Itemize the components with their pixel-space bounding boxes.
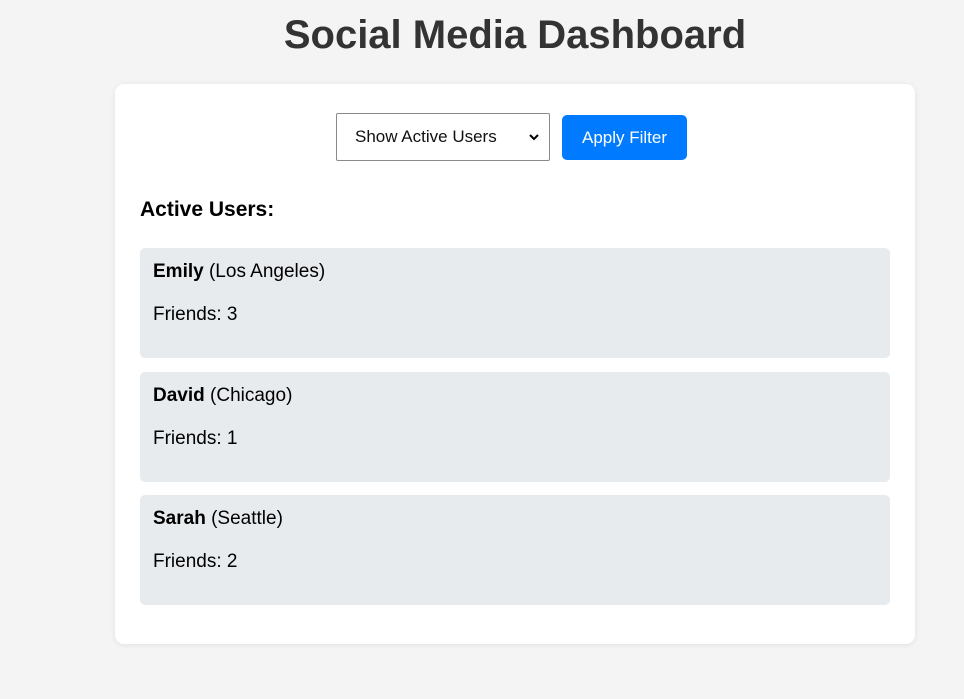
page-title: Social Media Dashboard	[283, 13, 747, 57]
user-name: David	[153, 385, 205, 406]
user-location: (Seattle)	[211, 508, 283, 529]
user-card: Emily (Los Angeles) Friends: 3	[140, 248, 890, 358]
filter-bar: Show Active Users Apply Filter	[115, 113, 915, 161]
dashboard-card: Show Active Users Apply Filter Active Us…	[115, 84, 915, 644]
user-filter-selected-value: Show Active Users	[355, 127, 497, 146]
user-friends-count: Friends: 3	[153, 304, 238, 325]
user-card: David (Chicago) Friends: 1	[140, 372, 890, 482]
user-filter-select[interactable]: Show Active Users	[336, 113, 550, 161]
apply-filter-button[interactable]: Apply Filter	[562, 115, 687, 160]
user-friends-count: Friends: 1	[153, 428, 238, 449]
user-name: Emily	[153, 261, 204, 282]
section-heading: Active Users:	[140, 198, 275, 221]
user-location: (Chicago)	[210, 385, 293, 406]
user-name: Sarah	[153, 508, 206, 529]
user-friends-count: Friends: 2	[153, 551, 238, 572]
user-card: Sarah (Seattle) Friends: 2	[140, 495, 890, 605]
chevron-down-icon	[529, 134, 539, 141]
user-location: (Los Angeles)	[208, 261, 326, 282]
